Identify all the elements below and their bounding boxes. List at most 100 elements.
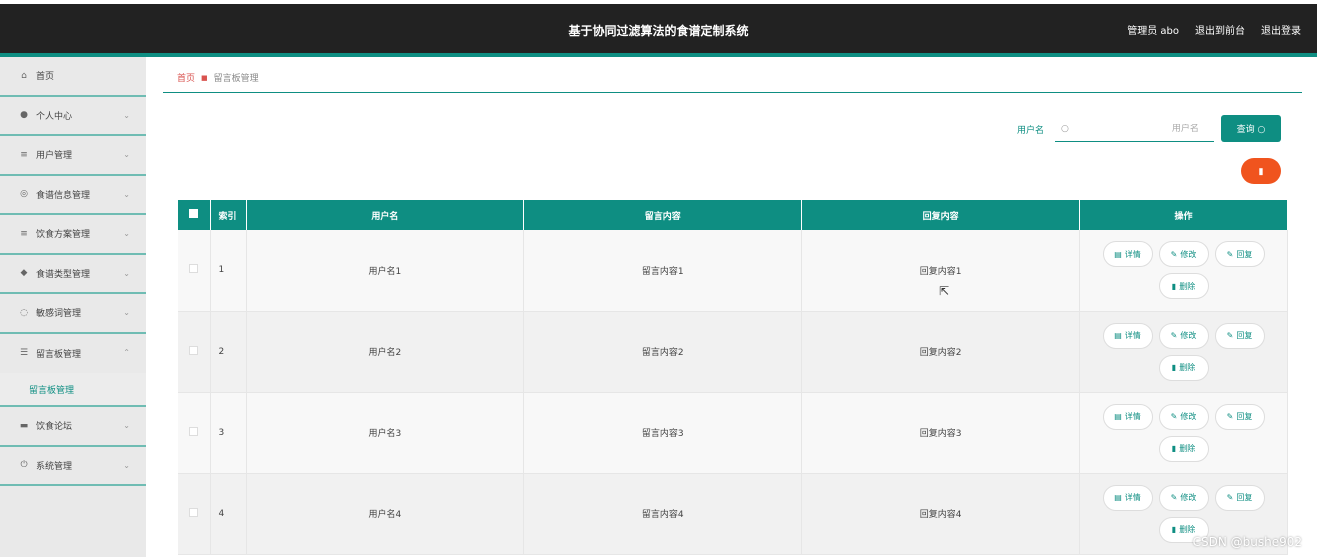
delete-label: 删除 — [1179, 363, 1196, 372]
chevron-down-icon: ⌄ — [123, 308, 130, 317]
sidebar-item-diet-forum[interactable]: ▬ 饮食论坛 ⌄ — [0, 407, 146, 447]
cell-actions: ▤ 详情 ✎ 修改 ✎ 回复 ▮ 删除 — [1079, 392, 1288, 474]
edit-icon: ✎ — [1226, 493, 1234, 502]
top-links: 管理员 abo 退出到前台 退出登录 — [1127, 22, 1301, 37]
search-box: ○ — [1055, 116, 1214, 142]
cell-reply: 回复内容2 — [801, 311, 1080, 393]
exit-to-frontend-link[interactable]: 退出到前台 — [1195, 22, 1245, 37]
select-all-checkbox[interactable] — [189, 209, 199, 218]
table-row: 4 用户名4 留言内容4 回复内容4 ▤ 详情 ✎ 修改 ✎ 回复 ▮ 删除 — [178, 473, 1288, 555]
sidebar-item-message-board[interactable]: ☰ 留言板管理 ⌃ — [0, 334, 146, 374]
edit-button[interactable]: ✎ 修改 — [1158, 484, 1209, 511]
sidebar-subitem-message-board[interactable]: 留言板管理 — [0, 373, 146, 407]
pin-icon: ◆ — [20, 268, 28, 279]
row-checkbox-cell[interactable] — [178, 230, 211, 312]
document-icon: ▤ — [1114, 412, 1122, 421]
cell-message: 留言内容2 — [523, 311, 803, 393]
detail-button[interactable]: ▤ 详情 — [1102, 241, 1153, 268]
sidebar-item-recipe-type[interactable]: ◆ 食谱类型管理 ⌄ — [0, 255, 146, 294]
header-message: 留言内容 — [523, 200, 803, 230]
sidebar-item-system-management[interactable]: ⏻ 系统管理 ⌄ — [0, 447, 146, 486]
document-icon: ▤ — [1114, 493, 1122, 502]
header-reply: 回复内容 — [801, 200, 1080, 230]
sliders-icon: ☰ — [19, 348, 29, 359]
detail-button[interactable]: ▤ 详情 — [1102, 322, 1153, 349]
sidebar-item-label: 食谱类型管理 — [36, 269, 91, 280]
detail-label: 详情 — [1124, 412, 1141, 421]
sidebar-item-label: 系统管理 — [36, 461, 73, 472]
reply-label: 回复 — [1236, 249, 1253, 259]
cell-message: 留言内容3 — [523, 392, 803, 474]
edit-icon: ✎ — [1226, 412, 1234, 421]
row-checkbox[interactable] — [189, 426, 199, 436]
sidebar-item-personal-center[interactable]: ● 个人中心 ⌄ — [0, 97, 146, 136]
detail-button[interactable]: ▤ 详情 — [1102, 403, 1153, 430]
breadcrumb-home[interactable]: 首页 — [177, 71, 195, 84]
sidebar-item-label: 食谱信息管理 — [36, 190, 91, 201]
home-icon: ■ — [201, 73, 208, 82]
trash-icon: ▮ — [1171, 444, 1177, 453]
delete-button[interactable]: ▮ 删除 — [1158, 435, 1209, 462]
delete-button[interactable]: ▮ 删除 — [1158, 273, 1209, 300]
row-checkbox[interactable] — [189, 264, 199, 274]
sidebar-item-user-management[interactable]: ≡ 用户管理 ⌄ — [0, 136, 146, 176]
row-checkbox[interactable] — [189, 345, 199, 355]
user-icon: ● — [20, 110, 28, 121]
sidebar-item-label: 饮食论坛 — [36, 422, 73, 433]
detail-label: 详情 — [1124, 249, 1141, 259]
header-index: 索引 — [210, 200, 247, 230]
edit-button[interactable]: ✎ 修改 — [1158, 241, 1209, 268]
chevron-down-icon: ⌄ — [123, 110, 130, 120]
edit-icon: ✎ — [1170, 412, 1178, 421]
sidebar-item-recipe-info[interactable]: ◎ 食谱信息管理 ⌄ — [0, 176, 146, 215]
row-checkbox[interactable] — [189, 507, 199, 517]
row-checkbox-cell[interactable] — [178, 311, 211, 393]
list-icon: ≡ — [20, 228, 28, 239]
reply-button[interactable]: ✎ 回复 — [1214, 241, 1265, 268]
cell-index: 3 — [210, 392, 247, 474]
chevron-down-icon: ⌄ — [123, 189, 130, 199]
app-title: 基于协同过滤算法的食谱定制系统 — [568, 24, 749, 38]
chevron-down-icon: ⌄ — [123, 150, 130, 159]
row-checkbox-cell[interactable] — [178, 473, 211, 555]
reply-button[interactable]: ✎ 回复 — [1214, 322, 1265, 349]
cell-username: 用户名4 — [246, 473, 525, 555]
edit-button[interactable]: ✎ 修改 — [1158, 403, 1209, 430]
edit-label: 修改 — [1180, 331, 1197, 340]
select-all-checkbox-cell[interactable] — [178, 200, 211, 230]
sidebar-item-sensitive-words[interactable]: ◌ 敏感词管理 ⌄ — [0, 294, 146, 334]
cell-reply: 回复内容3 — [801, 392, 1080, 474]
admin-user-link[interactable]: 管理员 abo — [1127, 22, 1179, 37]
row-checkbox-cell[interactable] — [178, 392, 211, 474]
batch-delete-button[interactable]: ▮ — [1241, 158, 1281, 184]
detail-button[interactable]: ▤ 详情 — [1102, 484, 1153, 511]
search-label: 用户名 — [1017, 126, 1045, 136]
sidebar-item-label: 饮食方案管理 — [36, 230, 91, 241]
logout-link[interactable]: 退出登录 — [1261, 22, 1301, 37]
cell-reply: 回复内容4 — [801, 473, 1080, 555]
delete-label: 删除 — [1179, 525, 1196, 534]
cell-index: 2 — [210, 311, 247, 393]
chevron-down-icon: ⌄ — [123, 421, 130, 430]
reply-label: 回复 — [1236, 493, 1253, 502]
reply-button[interactable]: ✎ 回复 — [1214, 484, 1265, 511]
document-icon: ▤ — [1114, 331, 1122, 340]
chevron-down-icon: ⌄ — [123, 460, 130, 470]
cell-message: 留言内容4 — [523, 473, 803, 555]
edit-icon: ✎ — [1226, 249, 1234, 259]
edit-button[interactable]: ✎ 修改 — [1158, 322, 1209, 349]
watermark: CSDN @bushe902 — [1192, 535, 1302, 549]
top-bar-accent-line — [0, 53, 1317, 57]
cell-actions: ▤ 详情 ✎ 修改 ✎ 回复 ▮ 删除 — [1079, 311, 1288, 393]
table-row: 3 用户名3 留言内容3 回复内容3 ▤ 详情 ✎ 修改 ✎ 回复 ▮ 删除 — [178, 392, 1288, 474]
sidebar-item-home[interactable]: ⌂ 首页 — [0, 57, 146, 97]
query-button[interactable]: 查询 ○ — [1221, 115, 1281, 142]
delete-button[interactable]: ▮ 删除 — [1158, 354, 1209, 381]
table-row: 1 用户名1 留言内容1 回复内容1 ▤ 详情 ✎ 修改 ✎ 回复 ▮ 删除 — [178, 230, 1288, 312]
reply-button[interactable]: ✎ 回复 — [1214, 403, 1265, 430]
sidebar-item-diet-plan[interactable]: ≡ 饮食方案管理 ⌄ — [0, 215, 146, 255]
username-search-input[interactable] — [1068, 123, 1199, 134]
edit-label: 修改 — [1180, 493, 1197, 502]
power-icon: ⏻ — [20, 460, 28, 471]
breadcrumb: 首页 ■ 留言板管理 — [163, 63, 1302, 93]
